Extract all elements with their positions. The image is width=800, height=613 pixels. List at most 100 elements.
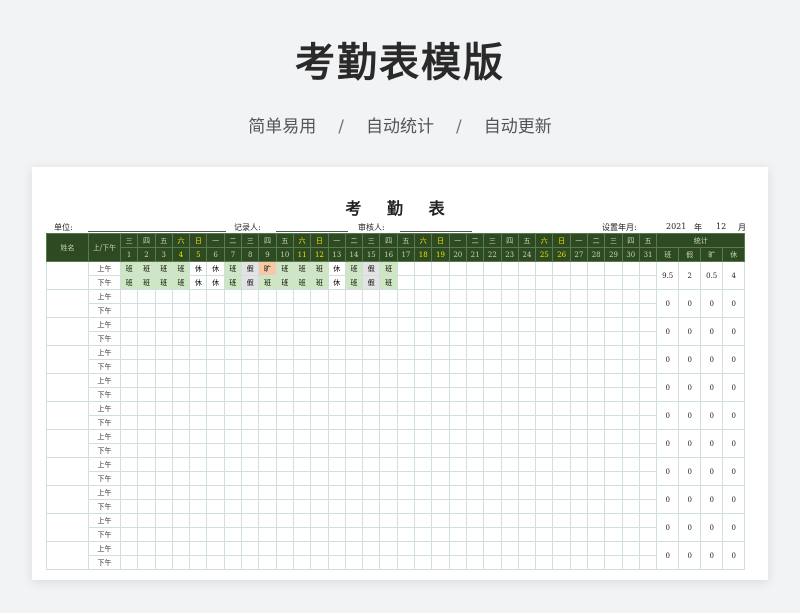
attendance-cell[interactable] — [396, 415, 416, 430]
attendance-cell[interactable] — [483, 331, 502, 346]
attendance-cell[interactable] — [621, 555, 640, 570]
attendance-cell[interactable] — [535, 261, 554, 276]
attendance-cell[interactable]: 假 — [362, 261, 381, 276]
attendance-cell[interactable] — [517, 555, 537, 570]
attendance-cell[interactable] — [535, 303, 554, 318]
attendance-cell[interactable] — [414, 303, 433, 318]
attendance-cell[interactable] — [258, 289, 277, 304]
attendance-cell[interactable] — [396, 499, 416, 514]
attendance-cell[interactable] — [431, 303, 450, 318]
attendance-cell[interactable] — [223, 345, 243, 360]
attendance-cell[interactable] — [137, 415, 156, 430]
attendance-cell[interactable] — [535, 527, 554, 542]
attendance-cell[interactable] — [638, 345, 658, 360]
attendance-cell[interactable] — [292, 345, 312, 360]
attendance-cell[interactable] — [275, 373, 294, 388]
attendance-cell[interactable] — [448, 289, 467, 304]
attendance-cell[interactable] — [483, 303, 502, 318]
attendance-cell[interactable] — [621, 471, 640, 486]
attendance-cell[interactable] — [414, 359, 433, 374]
attendance-cell[interactable] — [206, 401, 225, 416]
attendance-cell[interactable] — [292, 289, 312, 304]
attendance-cell[interactable] — [171, 415, 191, 430]
attendance-cell[interactable] — [223, 499, 243, 514]
attendance-cell[interactable] — [362, 555, 381, 570]
attendance-cell[interactable] — [414, 443, 433, 458]
attendance-cell[interactable] — [517, 373, 537, 388]
attendance-cell[interactable] — [206, 289, 225, 304]
attendance-cell[interactable] — [171, 331, 191, 346]
attendance-cell[interactable] — [275, 443, 294, 458]
attendance-cell[interactable] — [154, 457, 173, 472]
attendance-cell[interactable] — [517, 443, 537, 458]
attendance-cell[interactable] — [396, 359, 416, 374]
attendance-cell[interactable] — [171, 457, 191, 472]
employee-name-cell[interactable] — [46, 401, 89, 430]
attendance-cell[interactable] — [535, 457, 554, 472]
attendance-cell[interactable] — [569, 289, 589, 304]
attendance-cell[interactable] — [119, 387, 139, 402]
attendance-cell[interactable] — [621, 415, 640, 430]
attendance-cell[interactable] — [258, 401, 277, 416]
attendance-cell[interactable] — [258, 457, 277, 472]
attendance-cell[interactable] — [292, 317, 312, 332]
attendance-cell[interactable] — [362, 527, 381, 542]
attendance-cell[interactable] — [241, 331, 260, 346]
attendance-cell[interactable] — [483, 513, 502, 528]
attendance-cell[interactable] — [517, 289, 537, 304]
attendance-cell[interactable] — [621, 401, 640, 416]
attendance-cell[interactable] — [552, 527, 571, 542]
attendance-cell[interactable] — [396, 485, 416, 500]
attendance-cell[interactable] — [552, 541, 571, 556]
attendance-cell[interactable] — [621, 289, 640, 304]
attendance-cell[interactable] — [587, 485, 606, 500]
attendance-cell[interactable] — [587, 555, 606, 570]
attendance-cell[interactable] — [604, 275, 623, 290]
attendance-cell[interactable] — [604, 373, 623, 388]
attendance-cell[interactable] — [414, 289, 433, 304]
attendance-cell[interactable] — [362, 317, 381, 332]
attendance-cell[interactable] — [154, 471, 173, 486]
attendance-cell[interactable] — [396, 471, 416, 486]
attendance-cell[interactable] — [448, 429, 467, 444]
attendance-cell[interactable] — [137, 541, 156, 556]
attendance-cell[interactable] — [414, 317, 433, 332]
attendance-cell[interactable] — [241, 359, 260, 374]
attendance-cell[interactable] — [258, 499, 277, 514]
attendance-cell[interactable] — [310, 345, 329, 360]
attendance-cell[interactable]: 班 — [119, 261, 139, 276]
attendance-cell[interactable] — [344, 289, 364, 304]
attendance-cell[interactable] — [448, 415, 467, 430]
attendance-cell[interactable] — [604, 499, 623, 514]
attendance-cell[interactable] — [621, 359, 640, 374]
attendance-cell[interactable] — [137, 331, 156, 346]
attendance-cell[interactable] — [587, 331, 606, 346]
attendance-cell[interactable] — [621, 275, 640, 290]
attendance-cell[interactable] — [569, 499, 589, 514]
attendance-cell[interactable] — [189, 359, 208, 374]
attendance-cell[interactable]: 班 — [223, 261, 243, 276]
attendance-cell[interactable] — [241, 527, 260, 542]
attendance-cell[interactable] — [552, 499, 571, 514]
attendance-cell[interactable] — [587, 443, 606, 458]
attendance-cell[interactable] — [258, 485, 277, 500]
attendance-cell[interactable] — [171, 373, 191, 388]
attendance-cell[interactable] — [552, 373, 571, 388]
attendance-cell[interactable] — [396, 555, 416, 570]
attendance-cell[interactable] — [587, 373, 606, 388]
attendance-cell[interactable] — [362, 331, 381, 346]
attendance-cell[interactable] — [483, 345, 502, 360]
attendance-cell[interactable] — [275, 499, 294, 514]
attendance-cell[interactable] — [137, 555, 156, 570]
attendance-cell[interactable] — [154, 401, 173, 416]
attendance-cell[interactable] — [171, 443, 191, 458]
employee-name-cell[interactable] — [46, 513, 89, 542]
attendance-cell[interactable] — [604, 261, 623, 276]
attendance-cell[interactable] — [310, 289, 329, 304]
attendance-cell[interactable] — [344, 443, 364, 458]
attendance-cell[interactable] — [604, 303, 623, 318]
attendance-cell[interactable] — [465, 331, 485, 346]
attendance-cell[interactable] — [137, 429, 156, 444]
attendance-cell[interactable] — [275, 471, 294, 486]
attendance-cell[interactable] — [396, 387, 416, 402]
